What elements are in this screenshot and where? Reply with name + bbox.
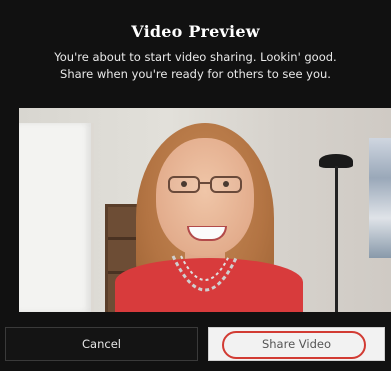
cancel-button[interactable]: Cancel xyxy=(5,327,198,361)
background-door xyxy=(19,123,94,312)
video-preview xyxy=(19,108,391,312)
person-glasses xyxy=(168,176,242,193)
dialog-description-line-1: You're about to start video sharing. Loo… xyxy=(54,50,337,64)
person-necklace xyxy=(171,255,239,292)
background-wall-decor xyxy=(369,138,391,258)
share-video-button[interactable]: Share Video xyxy=(208,327,385,361)
background-lamp-pole xyxy=(335,166,338,312)
video-preview-dialog: Video Preview You're about to start vide… xyxy=(0,0,391,371)
dialog-title: Video Preview xyxy=(131,22,260,41)
dialog-description-line-2: Share when you're ready for others to se… xyxy=(60,67,331,81)
